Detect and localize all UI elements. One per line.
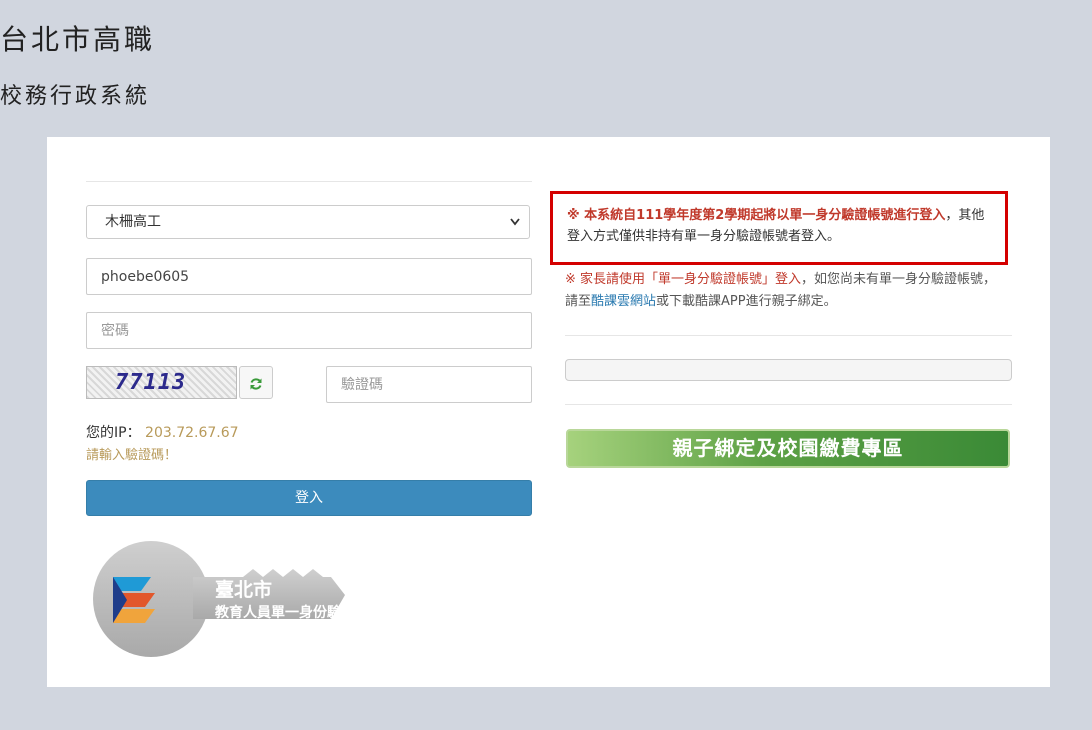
password-input[interactable] bbox=[86, 312, 532, 349]
refresh-icon bbox=[249, 373, 263, 392]
ip-label: 您的IP： bbox=[86, 425, 141, 441]
cooc-cloud-link[interactable]: 酷課雲網站 bbox=[591, 294, 656, 309]
notice-prefix: ※ bbox=[567, 208, 585, 223]
parent-notice: ※ 家長請使用「單一身分驗證帳號」登入，如您尚未有單一身分驗證帳號，請至酷課雲網… bbox=[565, 269, 1005, 313]
captcha-image: 77113 bbox=[86, 366, 237, 399]
logo-line2: 教育人員單一身份驗證 bbox=[215, 605, 341, 641]
empty-bar bbox=[565, 359, 1012, 381]
page-subtitle: 校務行政系統 bbox=[0, 84, 151, 109]
captcha-refresh-button[interactable] bbox=[239, 366, 273, 399]
parent-binding-button[interactable]: 親子綁定及校園繳費專區 bbox=[566, 429, 1010, 468]
ip-value: 203.72.67.67 bbox=[145, 425, 239, 441]
parent-notice-prefix: ※ 家長請使用「單一身分驗證帳號」登入 bbox=[565, 272, 802, 287]
parent-notice-suffix: 或下載酷課APP進行親子綁定。 bbox=[656, 294, 837, 309]
school-select[interactable]: 木柵高工 bbox=[86, 205, 530, 239]
page-title: 台北市高職 bbox=[0, 23, 156, 56]
right-divider-1 bbox=[565, 335, 1012, 336]
login-button[interactable]: 登入 bbox=[86, 480, 532, 516]
captcha-warning: 請輸入驗證碼！ bbox=[86, 448, 178, 463]
login-panel: 木柵高工 77113 您的IP： 203.72.67.67 請輸入驗證碼！ 登入 bbox=[47, 137, 1050, 687]
captcha-input[interactable] bbox=[326, 366, 532, 403]
ip-info: 您的IP： 203.72.67.67 bbox=[86, 422, 239, 442]
chevron-down-icon bbox=[509, 206, 521, 250]
username-input[interactable] bbox=[86, 258, 532, 295]
school-select-value: 木柵高工 bbox=[105, 214, 161, 230]
notice-red-text: 本系統自111學年度第2學期起將以單一身分驗證帳號進行登入 bbox=[584, 208, 946, 223]
left-divider bbox=[86, 181, 532, 182]
captcha-text: 77113 bbox=[115, 370, 187, 395]
auth-logo[interactable]: 臺北市 教育人員單一身份驗證 bbox=[93, 539, 353, 659]
logo-line1: 臺北市 bbox=[215, 579, 273, 601]
system-notice: ※ 本系統自111學年度第2學期起將以單一身分驗證帳號進行登入，其他登入方式僅供… bbox=[550, 191, 1008, 265]
right-divider-2 bbox=[565, 404, 1012, 405]
